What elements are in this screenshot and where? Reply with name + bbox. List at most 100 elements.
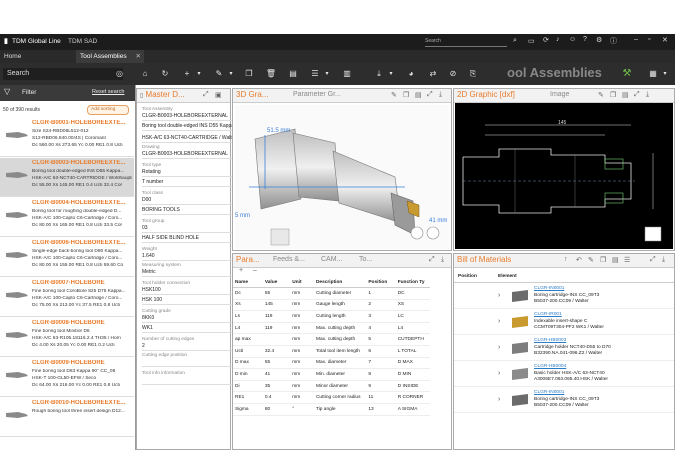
tab-home[interactable]: Home — [0, 50, 78, 63]
column-header[interactable]: Value — [262, 277, 291, 288]
edit-icon[interactable]: ✎ — [598, 91, 604, 99]
global-search[interactable]: Search — [425, 38, 507, 47]
field-value[interactable]: 1.640 — [142, 253, 155, 259]
refresh-icon[interactable]: ⟳ — [543, 36, 549, 44]
table-row[interactable]: Xs 145 mm Gauge length 2 XS — [233, 299, 430, 312]
table-row[interactable]: D max 55 mm Max. diameter 7 D MAX — [233, 357, 430, 370]
transfer-icon[interactable]: ⇄ — [427, 68, 439, 80]
expand-chevron-icon[interactable]: › — [498, 370, 500, 377]
tab-tool[interactable]: To... — [359, 256, 372, 263]
field-value[interactable]: 2 — [142, 343, 145, 349]
expand-icon[interactable]: ⤢ — [203, 91, 209, 99]
tab-tool-assemblies[interactable]: Tool Assemblies ✕ — [76, 50, 144, 63]
block-icon[interactable]: ⊘ — [447, 68, 459, 80]
result-item[interactable]: CLGR-B0010-HOLEBOREEXTE... Rough boring t… — [0, 398, 134, 437]
settings-icon[interactable]: ⚙ — [596, 36, 602, 44]
edit-icon[interactable]: ✎ — [588, 256, 594, 264]
table-row[interactable]: Sigma 80 ° Tip angle 13 A SIGMA — [233, 403, 430, 416]
user-icon[interactable]: ☺ — [569, 36, 576, 43]
field-value[interactable]: HSK 100 — [142, 297, 162, 303]
field-value[interactable]: WK1 — [142, 325, 153, 331]
list-icon[interactable]: ☰ — [309, 68, 321, 80]
left-search-input[interactable]: Search — [3, 68, 123, 80]
delete-icon[interactable]: 🗑 — [265, 68, 277, 80]
close-icon[interactable]: ✕ — [662, 36, 668, 44]
download-icon[interactable]: ⤓ — [373, 68, 385, 80]
print-icon[interactable]: ▤ — [415, 91, 422, 99]
expand-chevron-icon[interactable]: › — [498, 396, 500, 403]
expand-icon[interactable]: ⤢ — [427, 91, 433, 99]
table-row[interactable]: Ucti 32.4 mm Total tool item length 6 L TOTAL — [233, 345, 430, 358]
report-icon[interactable]: ▤ — [287, 68, 299, 80]
chevron-down-icon[interactable]: ▾ — [193, 68, 205, 80]
table-row[interactable]: Ls 119 mm Cutting length 3 LC — [233, 310, 430, 323]
up-icon[interactable]: ↑ — [564, 256, 568, 263]
chevron-down-icon[interactable]: ▾ — [385, 68, 397, 80]
maximize-icon[interactable]: ▫ — [648, 36, 650, 43]
layout-icon[interactable]: ▦ — [647, 68, 659, 80]
help-icon[interactable]: ? — [583, 36, 587, 43]
edit-icon[interactable]: ✎ — [391, 91, 397, 99]
export-icon[interactable]: ⎘ — [467, 68, 479, 80]
field-value[interactable]: D00 — [142, 197, 151, 203]
tab-close-icon[interactable]: ✕ — [136, 50, 141, 63]
field-value[interactable]: Boring tool double-edged INS D55 Kappa — [142, 123, 232, 129]
tab-feeds[interactable]: Feeds &... — [273, 256, 305, 263]
bom-row[interactable]: › CLGR-IR001 Indexable insert-shape C CCMT0… — [454, 310, 674, 335]
field-value[interactable]: T number — [142, 179, 163, 185]
list-icon[interactable]: ☰ — [624, 256, 630, 264]
filter-icon[interactable]: ▽ — [4, 87, 10, 96]
tab-cam[interactable]: CAM... — [321, 256, 342, 263]
chevron-down-icon[interactable]: ▾ — [321, 68, 333, 80]
tool-3d-model[interactable] — [235, 105, 449, 249]
download-icon[interactable]: ⤓ — [439, 91, 442, 99]
chevron-down-icon[interactable]: ▾ — [659, 68, 671, 80]
column-header[interactable]: Name — [233, 277, 263, 288]
tab-parameter-graphic[interactable]: Parameter Gr... — [293, 91, 341, 98]
column-header[interactable]: Unit — [290, 277, 314, 288]
filter-label[interactable]: Filter — [22, 89, 36, 96]
field-value[interactable]: Metric — [142, 269, 156, 275]
table-row[interactable]: Di 35 mm Minor diameter 9 D INSIDE — [233, 380, 430, 393]
expand-chevron-icon[interactable]: › — [498, 318, 500, 325]
tab-image[interactable]: Image — [550, 91, 569, 98]
expand-chevron-icon[interactable]: › — [498, 344, 500, 351]
component-code[interactable]: CLGR-HB0003 — [534, 338, 566, 343]
field-value[interactable]: 03 — [142, 225, 148, 231]
field-value[interactable]: BORING TOOLS — [142, 207, 180, 213]
copy-icon[interactable]: ❐ — [610, 91, 616, 99]
table-row[interactable]: RE1 0.4 mm Cutting corner radius 11 R CORNER — [233, 391, 430, 404]
bom-row[interactable]: › CLGR-IN0001 Boring cartridge-INS CC_09T3… — [454, 388, 674, 413]
result-item[interactable]: CLGR-B0003-HOLEBOREEXTE... Boring tool do… — [0, 158, 134, 197]
edit-icon[interactable]: ✎ — [213, 68, 225, 80]
table-row[interactable]: ap max mm Max. cutting depth 5 CUTDEPTH — [233, 333, 430, 346]
field-value[interactable]: HSK100 — [142, 287, 161, 293]
result-item[interactable]: CLGR-B0009-HOLEBORE Fine boring tool D63 … — [0, 358, 134, 397]
expand-icon[interactable]: ⤢ — [634, 91, 640, 99]
info-icon[interactable]: ⓘ — [610, 36, 617, 46]
result-item[interactable]: CLGR-B0008-HOLEBORE Fine boring tool Mini… — [0, 318, 134, 357]
minimize-icon[interactable]: – — [634, 36, 638, 43]
field-value[interactable]: Rotating — [142, 169, 161, 175]
field-value[interactable]: CLGR-B0003-HOLEBOREEXTERNAL — [142, 113, 228, 119]
document-icon[interactable]: ▥ — [341, 68, 353, 80]
copy-icon[interactable]: ❐ — [243, 68, 255, 80]
chevron-down-icon[interactable]: ▾ — [225, 68, 237, 80]
expand-icon[interactable]: ⤢ — [650, 256, 656, 264]
table-row[interactable]: L4 119 mm Max. cutting depth 4 L4 — [233, 322, 430, 335]
bell-icon[interactable]: ♪ — [556, 36, 560, 43]
result-item[interactable]: CLGR-B0001-HOLEBOREEXTE... Size S24-RBD06… — [0, 118, 134, 157]
add-sorting-button[interactable]: Add sorting — [87, 105, 129, 115]
copy-icon[interactable]: ❐ — [403, 91, 409, 99]
undo-icon[interactable]: ↶ — [576, 256, 582, 264]
refresh-icon[interactable]: ↻ — [159, 68, 171, 80]
delete-row-icon[interactable]: – — [253, 267, 257, 274]
graphic-2d-title[interactable]: 2D Graphic [dxf] — [457, 90, 515, 99]
field-value[interactable]: HALF SIDE BLIND HOLE — [142, 235, 199, 241]
component-code[interactable]: CLGR-HB0004 — [534, 364, 566, 369]
component-code[interactable]: CLGR-IN0001 — [534, 286, 564, 291]
reset-search-link[interactable]: Reset search — [92, 89, 124, 95]
component-code[interactable]: CLGR-IN0001 — [534, 390, 564, 395]
table-row[interactable]: D min 41 mm Min. diameter 8 D MIN — [233, 368, 430, 381]
home-icon[interactable]: ⌂ — [139, 68, 151, 80]
